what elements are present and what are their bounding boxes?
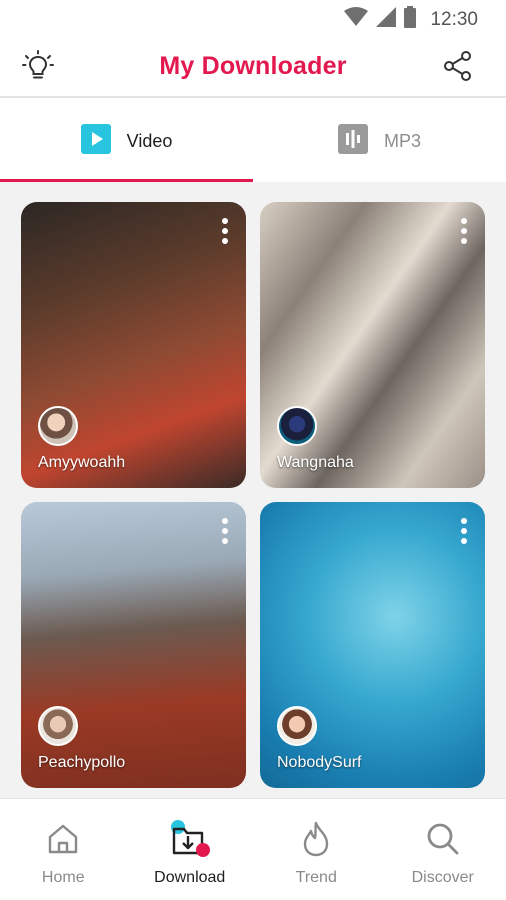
video-card[interactable]: Peachypollo bbox=[21, 502, 246, 788]
tab-mp3[interactable]: MP3 bbox=[253, 100, 506, 182]
card-username: Amyywoahh bbox=[38, 454, 126, 471]
more-dot bbox=[222, 538, 228, 544]
nav-item-home[interactable]: Home bbox=[0, 799, 127, 900]
nav-item-discover[interactable]: Discover bbox=[380, 799, 506, 900]
more-dot bbox=[461, 218, 467, 224]
avatar[interactable] bbox=[38, 406, 78, 446]
video-card[interactable]: NobodySurf bbox=[260, 502, 485, 788]
more-dot bbox=[461, 228, 467, 234]
tab-mp3-label: MP3 bbox=[383, 130, 421, 151]
more-dot bbox=[222, 528, 228, 534]
more-dot bbox=[222, 218, 228, 224]
nav-label-home: Home bbox=[41, 869, 85, 886]
nav-label-trend: Trend bbox=[295, 869, 337, 886]
avatar[interactable] bbox=[277, 706, 317, 746]
nav-label-download: Download bbox=[154, 869, 226, 886]
card-username: Wangnaha bbox=[277, 454, 354, 471]
more-options-button[interactable] bbox=[218, 516, 232, 546]
app-bar: My Downloader bbox=[0, 36, 506, 98]
more-dot bbox=[461, 518, 467, 524]
home-icon bbox=[46, 819, 80, 859]
more-dot bbox=[461, 238, 467, 244]
card-username: NobodySurf bbox=[277, 754, 362, 771]
tab-video[interactable]: Video bbox=[0, 100, 253, 182]
flame-icon bbox=[301, 819, 331, 859]
wifi-icon bbox=[344, 7, 369, 32]
nav-item-trend[interactable]: Trend bbox=[253, 799, 380, 900]
video-card[interactable]: Amyywoahh bbox=[21, 202, 246, 488]
page-title: My Downloader bbox=[159, 52, 347, 80]
status-time: 12:30 bbox=[430, 8, 478, 30]
share-icon bbox=[442, 50, 474, 87]
more-dot bbox=[461, 538, 467, 544]
video-card[interactable]: Wangnaha bbox=[260, 202, 485, 488]
media-tabs: Video MP3 bbox=[0, 100, 506, 182]
audio-bars-icon bbox=[337, 123, 368, 159]
more-dot bbox=[461, 528, 467, 534]
status-bar: 12:30 bbox=[0, 0, 506, 36]
nav-label-discover: Discover bbox=[411, 869, 474, 886]
more-options-button[interactable] bbox=[457, 516, 471, 546]
tab-video-label: Video bbox=[126, 130, 173, 151]
bottom-nav: Home Download Trend Discover bbox=[0, 798, 506, 900]
download-folder-icon bbox=[168, 819, 212, 859]
more-options-button[interactable] bbox=[457, 216, 471, 246]
nav-item-download[interactable]: Download bbox=[127, 799, 254, 900]
video-grid: Amyywoahh Wangnaha Peachypollo NobodySur… bbox=[0, 182, 506, 798]
more-dot bbox=[222, 238, 228, 244]
play-icon bbox=[80, 123, 111, 159]
status-icons: 12:30 bbox=[344, 6, 478, 33]
more-dot bbox=[222, 518, 228, 524]
avatar[interactable] bbox=[38, 706, 78, 746]
avatar[interactable] bbox=[277, 406, 317, 446]
more-dot bbox=[222, 228, 228, 234]
more-options-button[interactable] bbox=[218, 216, 232, 246]
share-button[interactable] bbox=[440, 50, 476, 86]
battery-icon bbox=[404, 6, 417, 33]
card-username: Peachypollo bbox=[38, 754, 126, 771]
search-icon bbox=[425, 819, 461, 859]
signal-icon bbox=[376, 7, 397, 32]
